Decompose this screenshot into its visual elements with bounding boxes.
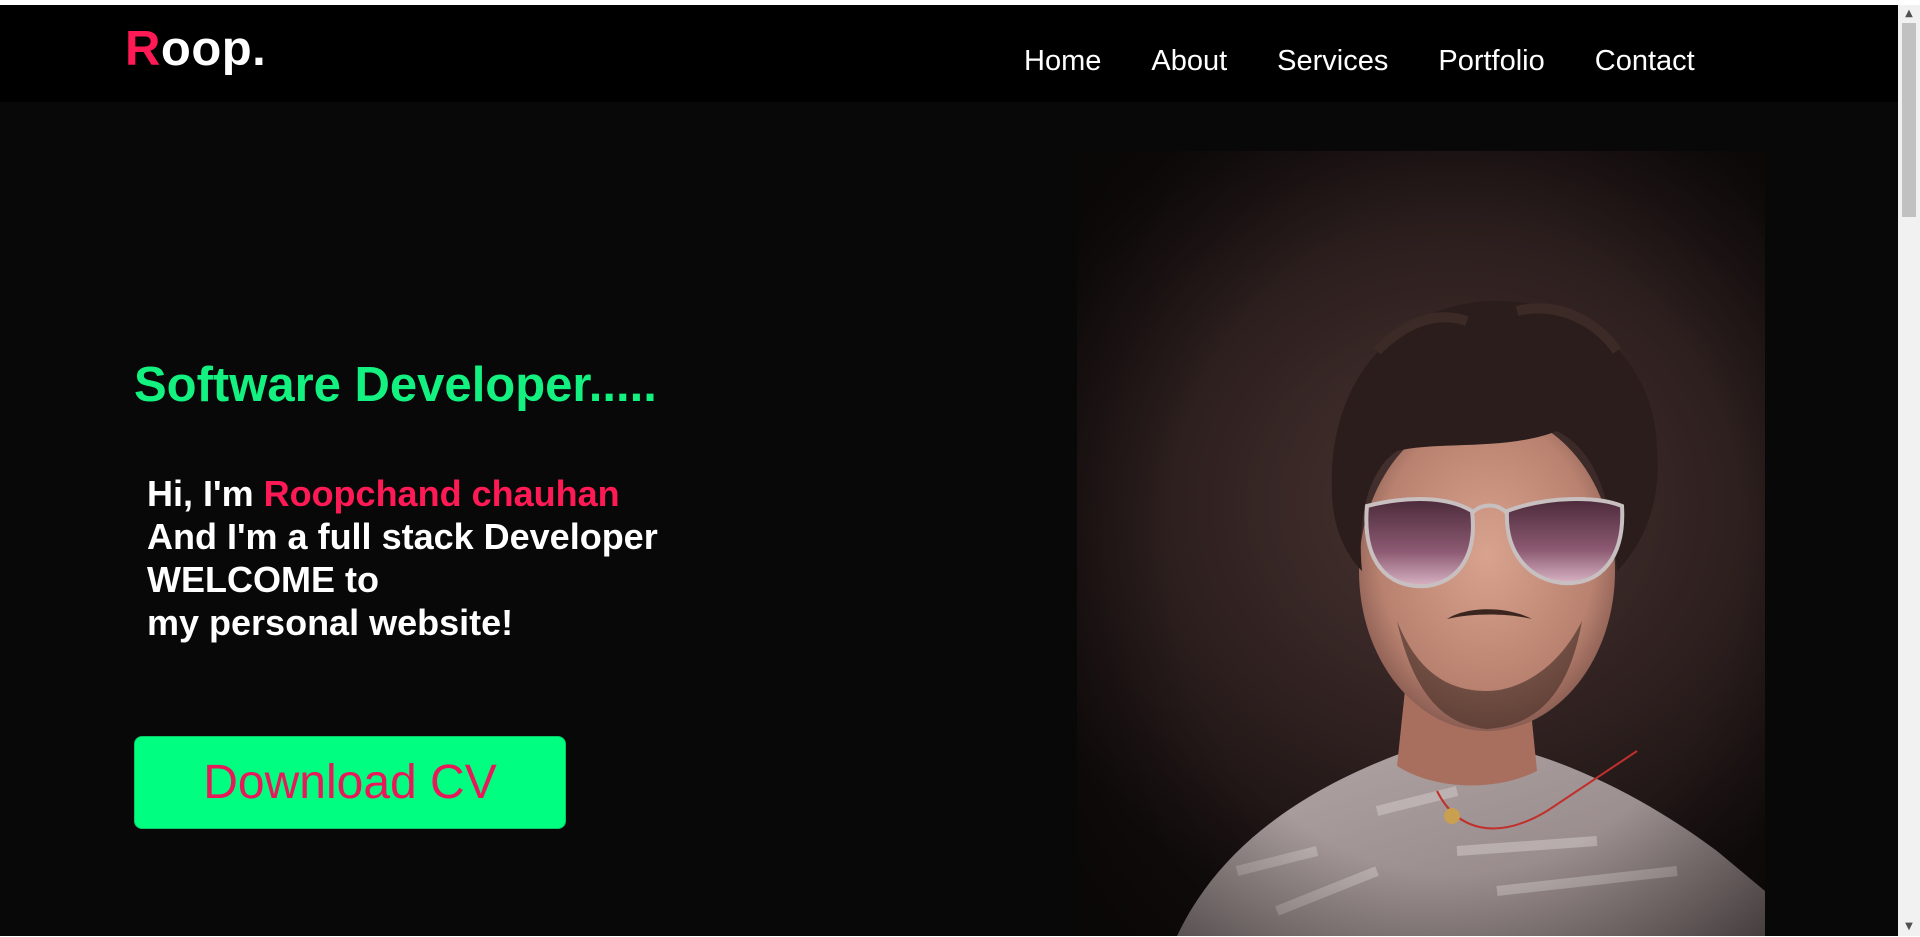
intro-line-welcome: WELCOME to [147, 559, 379, 600]
main-nav: Home About Services Portfolio Contact [1024, 43, 1695, 79]
logo-rest: oop. [160, 22, 267, 76]
intro-line-website: my personal website! [147, 602, 514, 643]
intro-line-role: And I'm a full stack Developer [147, 516, 658, 557]
hero-name: Roopchand chauhan [263, 473, 620, 514]
intro-line-greeting: Hi, I'm Roopchand chauhan [147, 472, 658, 515]
nav-portfolio-link[interactable]: Portfolio [1438, 43, 1544, 79]
greeting-prefix: Hi, I'm [147, 473, 264, 514]
profile-photo [1077, 151, 1765, 936]
page-viewport: Roop. Home About Services Portfolio Cont… [0, 5, 1898, 936]
nav-contact-link[interactable]: Contact [1595, 43, 1695, 79]
logo-accent-letter: R [125, 22, 161, 76]
nav-services-link[interactable]: Services [1277, 43, 1388, 79]
hero-role-heading: Software Developer..... [134, 358, 657, 412]
nav-about-link[interactable]: About [1151, 43, 1227, 79]
navbar: Roop. Home About Services Portfolio Cont… [0, 5, 1898, 102]
hero-intro: Hi, I'm Roopchand chauhan And I'm a full… [147, 472, 658, 644]
scroll-up-arrow-icon[interactable]: ▲ [1898, 5, 1920, 23]
download-cv-button[interactable]: Download CV [134, 736, 566, 829]
profile-portrait-illustration [1077, 151, 1765, 936]
site-logo[interactable]: Roop. [125, 21, 266, 77]
scroll-down-arrow-icon[interactable]: ▼ [1898, 918, 1920, 936]
vertical-scrollbar[interactable]: ▲ ▼ [1898, 5, 1920, 936]
scrollbar-thumb[interactable] [1902, 23, 1916, 217]
nav-home-link[interactable]: Home [1024, 43, 1101, 79]
